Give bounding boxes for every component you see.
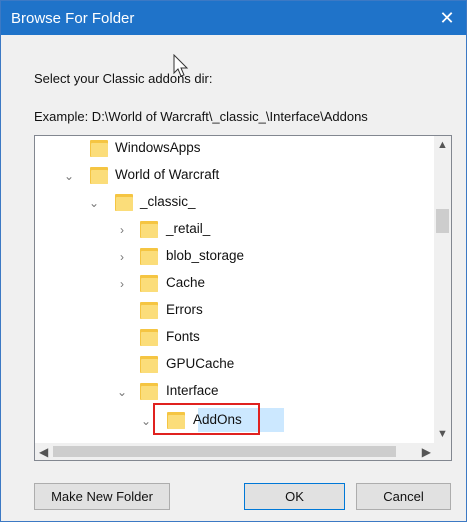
chevron-down-icon[interactable]: ⌄ (87, 195, 101, 211)
vertical-scrollbar[interactable]: ▲ ▼ (434, 136, 451, 443)
tree-item-label: Fonts (166, 329, 200, 344)
tree-item-cache[interactable]: › Cache (35, 271, 435, 297)
tree-item-errors[interactable]: Errors (35, 298, 435, 324)
title-bar[interactable]: Browse For Folder ✕ (1, 1, 466, 35)
tree-item-world-of-warcraft[interactable]: ⌄ World of Warcraft (35, 163, 435, 189)
tree-item-label: blob_storage (166, 248, 245, 263)
ok-button[interactable]: OK (244, 483, 345, 510)
chevron-right-icon[interactable]: › (115, 222, 129, 238)
tree-item-label: Errors (166, 302, 203, 317)
tree-item-gpucache[interactable]: GPUCache (35, 352, 435, 378)
horizontal-scrollbar[interactable]: ◀ ▶ (35, 443, 435, 460)
scroll-down-icon[interactable]: ▼ (437, 428, 448, 440)
close-button[interactable]: ✕ (428, 1, 466, 35)
dialog-title: Browse For Folder (11, 10, 135, 27)
tree-item-blob-storage[interactable]: › blob_storage (35, 244, 435, 270)
folder-icon (140, 275, 158, 292)
chevron-down-icon[interactable]: ⌄ (62, 168, 76, 184)
tree-item-label: Interface (166, 383, 219, 398)
folder-icon (140, 248, 158, 265)
folder-icon (140, 302, 158, 319)
folder-icon (140, 383, 158, 400)
example-path-text: Example: D:\World of Warcraft\_classic_\… (34, 109, 368, 124)
scrollbar-corner (434, 443, 451, 460)
folder-icon (140, 221, 158, 238)
chevron-down-icon[interactable]: ⌄ (139, 413, 153, 429)
folder-icon (115, 194, 133, 211)
tree-item-label: WindowsApps (115, 140, 201, 155)
tree-item-fonts[interactable]: Fonts (35, 325, 435, 351)
chevron-down-icon[interactable]: ⌄ (115, 384, 129, 400)
scroll-up-icon[interactable]: ▲ (437, 139, 448, 151)
make-new-folder-button[interactable]: Make New Folder (34, 483, 170, 510)
vertical-scroll-thumb[interactable] (436, 209, 449, 233)
instruction-text: Select your Classic addons dir: (34, 71, 213, 86)
tree-item-label: _retail_ (166, 221, 211, 236)
folder-icon (140, 356, 158, 373)
folder-icon (90, 140, 108, 157)
tree-item-interface[interactable]: ⌄ Interface (35, 379, 435, 405)
browse-for-folder-dialog: Browse For Folder ✕ Select your Classic … (0, 0, 467, 522)
horizontal-scroll-thumb[interactable] (53, 446, 396, 457)
tree-item-label: World of Warcraft (115, 167, 220, 182)
tree-item-retail[interactable]: › _retail_ (35, 217, 435, 243)
tree-item-label: GPUCache (166, 356, 235, 371)
scroll-right-icon[interactable]: ▶ (422, 445, 431, 459)
tree-item-label: _classic_ (140, 194, 196, 209)
tree-item-classic[interactable]: ⌄ _classic_ (35, 190, 435, 216)
chevron-right-icon[interactable]: › (115, 276, 129, 292)
tree-item-label: Cache (166, 275, 206, 290)
scroll-left-icon[interactable]: ◀ (39, 445, 48, 459)
cancel-button[interactable]: Cancel (356, 483, 451, 510)
chevron-right-icon[interactable]: › (115, 249, 129, 265)
folder-icon (90, 167, 108, 184)
red-annotation-box (153, 403, 260, 435)
tree-item-windowsapps[interactable]: WindowsApps (35, 136, 435, 162)
folder-icon (140, 329, 158, 346)
